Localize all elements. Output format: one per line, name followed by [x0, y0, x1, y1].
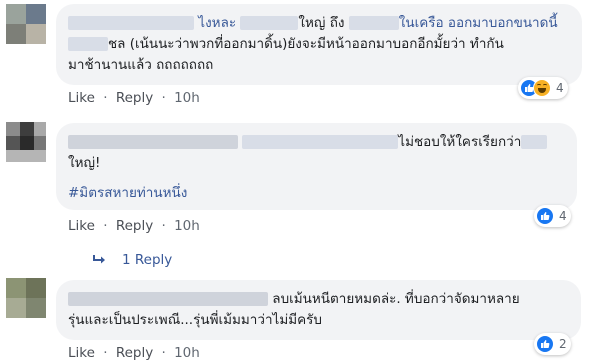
comment-text: ลบเม้นหนีตายหมดล่ะ. ที่บอกว่าจัดมาหลาย [272, 291, 520, 307]
timestamp[interactable]: 10h [174, 90, 200, 106]
separator: · [161, 218, 166, 234]
blurred-author-name[interactable] [68, 16, 194, 30]
reply-button[interactable]: Reply [116, 90, 153, 106]
thumbs-up-icon [536, 335, 554, 353]
blurred-text [242, 135, 399, 149]
like-button[interactable]: Like [68, 218, 95, 234]
reactions-summary[interactable]: 2 [534, 333, 571, 355]
separator: · [103, 218, 108, 234]
comment-line: รุ่นและเป็นประเพณี...รุ่นพี่เม้มมาว่าไม่… [68, 310, 569, 331]
comment-author[interactable]: ไงหละ [198, 15, 236, 31]
view-replies-link[interactable]: 1 Reply [92, 252, 172, 268]
avatar[interactable] [6, 4, 46, 44]
comment-actions: Like · Reply · 10h [68, 218, 204, 234]
separator: · [103, 90, 108, 106]
comment-text: ใหญ่! [68, 155, 101, 171]
separator: · [103, 345, 108, 361]
blurred-text [68, 37, 108, 51]
comment-bubble: ไงหละ ใหญ่ ถึง ในเครือ ออกมาบอกขนาดนี้ ช… [56, 4, 582, 85]
comment-line: ชล (เน้นนะว่าพวกที่ออกมาดิ้น)ยังจะมีหน้า… [68, 34, 570, 55]
reply-button[interactable]: Reply [116, 345, 153, 361]
reactions-summary[interactable]: 4 [534, 205, 571, 227]
avatar[interactable] [6, 278, 46, 318]
avatar[interactable] [6, 122, 46, 162]
like-button[interactable]: Like [68, 90, 95, 106]
reply-button[interactable]: Reply [116, 218, 153, 234]
comment-bubble: ลบเม้นหนีตายหมดล่ะ. ที่บอกว่าจัดมาหลาย ร… [56, 280, 581, 340]
comment-line: ไม่ชอบให้ใครเรียกว่า [68, 132, 565, 153]
comment-line: ใหญ่! [68, 153, 565, 174]
laughing-face-icon [533, 79, 551, 97]
reaction-count: 2 [559, 337, 567, 351]
thumbs-up-icon [536, 207, 554, 225]
blurred-text [521, 135, 548, 149]
blurred-author-name[interactable] [68, 292, 268, 306]
timestamp[interactable]: 10h [174, 218, 200, 234]
blurred-text [348, 16, 399, 30]
separator: · [161, 345, 166, 361]
hashtag-link[interactable]: #มิตรสหายท่านหนึ่ง [68, 183, 565, 204]
comment-text: มาช้านานแล้ว ถถถถถถถ [68, 57, 214, 73]
reaction-count: 4 [556, 81, 564, 95]
comment-line: ไงหละ ใหญ่ ถึง ในเครือ ออกมาบอกขนาดนี้ [68, 13, 570, 34]
blurred-author-name[interactable] [68, 135, 238, 149]
comment-actions: Like · Reply · 10h [68, 345, 204, 361]
reactions-summary[interactable]: 4 [518, 77, 568, 99]
comment-actions: Like · Reply · 10h [68, 90, 204, 106]
comment-line: ลบเม้นหนีตายหมดล่ะ. ที่บอกว่าจัดมาหลาย [68, 289, 569, 310]
comment-bubble: ไม่ชอบให้ใครเรียกว่า ใหญ่! #มิตรสหายท่าน… [56, 123, 577, 210]
comment-text: ไม่ชอบให้ใครเรียกว่า [398, 134, 522, 150]
comment-text: ใหญ่ ถึง [298, 15, 345, 31]
reply-arrow-icon [93, 255, 105, 264]
reaction-count: 4 [559, 209, 567, 223]
comment-text: ชล (เน้นนะว่าพวกที่ออกมาดิ้น)ยังจะมีหน้า… [108, 36, 504, 52]
replies-count-label[interactable]: 1 Reply [122, 252, 172, 268]
blurred-text [240, 16, 299, 30]
separator: · [161, 90, 166, 106]
comment-line: มาช้านานแล้ว ถถถถถถถ [68, 55, 570, 76]
comment-text: ในเครือ ออกมาบอกขนาดนี้ [398, 15, 558, 31]
like-button[interactable]: Like [68, 345, 95, 361]
comment-text: รุ่นและเป็นประเพณี...รุ่นพี่เม้มมาว่าไม่… [68, 312, 322, 328]
timestamp[interactable]: 10h [174, 345, 200, 361]
